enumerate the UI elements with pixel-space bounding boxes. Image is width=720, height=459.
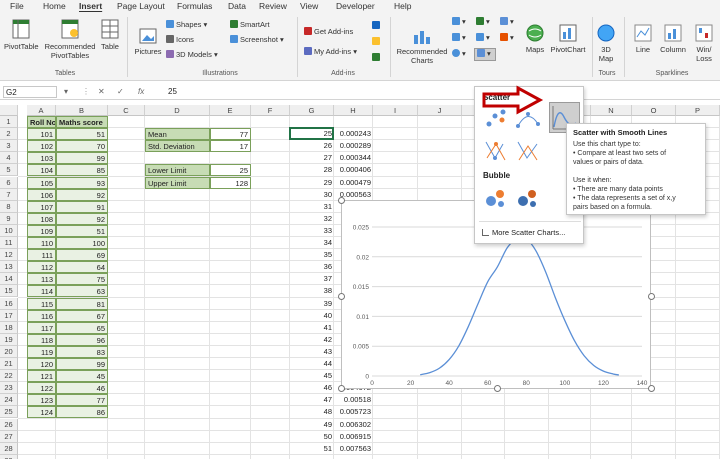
- tooltip-line: Use it when:: [573, 177, 612, 184]
- tooltip-line: values or pairs of data.: [573, 159, 644, 166]
- tooltip-line: • The data represents a set of x,y: [573, 195, 676, 202]
- tooltip-title: Scatter with Smooth Lines: [573, 128, 668, 137]
- tooltip-line: Use this chart type to:: [573, 141, 641, 148]
- tooltip-line: pairs based on a formula.: [573, 204, 652, 211]
- tooltip-line: • There are many data points: [573, 186, 663, 193]
- annotation-arrow: [482, 85, 544, 115]
- tooltip-line: • Compare at least two sets of: [573, 150, 667, 157]
- tooltip-line: [573, 167, 699, 176]
- chart-type-tooltip: Scatter with Smooth Lines Use this chart…: [566, 123, 706, 215]
